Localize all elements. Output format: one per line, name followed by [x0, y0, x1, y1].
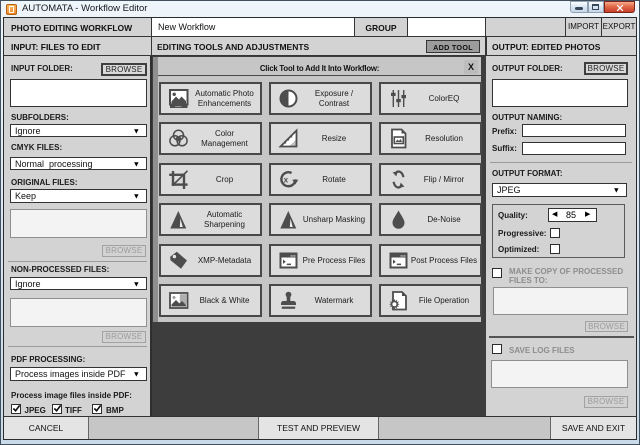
svg-text:x: x [283, 176, 288, 185]
